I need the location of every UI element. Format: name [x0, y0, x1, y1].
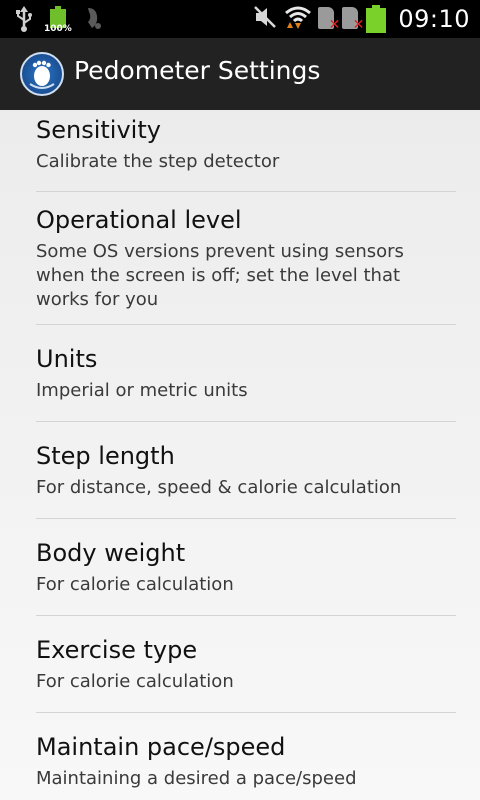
setting-title: Units — [36, 345, 98, 373]
battery-percent: 100% — [44, 24, 72, 34]
settings-list: Sensitivity Calibrate the step detector … — [0, 110, 480, 800]
wifi-icon — [284, 4, 312, 34]
page-title: Pedometer Settings — [74, 56, 321, 85]
setting-operational-level[interactable]: Operational level Some OS versions preve… — [36, 192, 456, 325]
running-app-icon — [82, 6, 104, 36]
clock: 09:10 — [398, 5, 470, 33]
sim2-no-signal-icon: ✕ — [342, 7, 364, 33]
usb-icon — [14, 6, 34, 36]
setting-summary: Maintaining a desired a pace/speed — [36, 768, 357, 789]
battery-full-icon: 100% — [44, 6, 72, 34]
setting-sensitivity[interactable]: Sensitivity Calibrate the step detector — [36, 110, 456, 192]
setting-step-length[interactable]: Step length For distance, speed & calori… — [36, 422, 456, 519]
pedometer-footprint-icon[interactable] — [20, 52, 64, 96]
setting-summary: For distance, speed & calorie calculatio… — [36, 477, 402, 498]
setting-summary: For calorie calculation — [36, 671, 234, 692]
setting-title: Maintain pace/speed — [36, 733, 286, 761]
setting-title: Step length — [36, 442, 175, 470]
setting-units[interactable]: Units Imperial or metric units — [36, 325, 456, 422]
setting-summary: Imperial or metric units — [36, 380, 248, 401]
sim1-no-signal-icon: ✕ — [318, 7, 340, 33]
action-bar: Pedometer Settings — [0, 38, 480, 110]
setting-summary: Calibrate the step detector — [36, 151, 280, 172]
mute-icon — [252, 4, 278, 34]
setting-maintain-pace[interactable]: Maintain pace/speed Maintaining a desire… — [36, 713, 456, 800]
setting-exercise-type[interactable]: Exercise type For calorie calculation — [36, 616, 456, 713]
setting-body-weight[interactable]: Body weight For calorie calculation — [36, 519, 456, 616]
setting-title: Body weight — [36, 539, 186, 567]
battery-icon — [366, 5, 387, 33]
setting-summary: Some OS versions prevent using sensors w… — [36, 241, 404, 310]
status-bar: 100% ✕ ✕ 09:10 — [0, 0, 480, 38]
setting-title: Sensitivity — [36, 116, 161, 144]
setting-summary: For calorie calculation — [36, 574, 234, 595]
setting-title: Exercise type — [36, 636, 198, 664]
setting-title: Operational level — [36, 206, 242, 234]
